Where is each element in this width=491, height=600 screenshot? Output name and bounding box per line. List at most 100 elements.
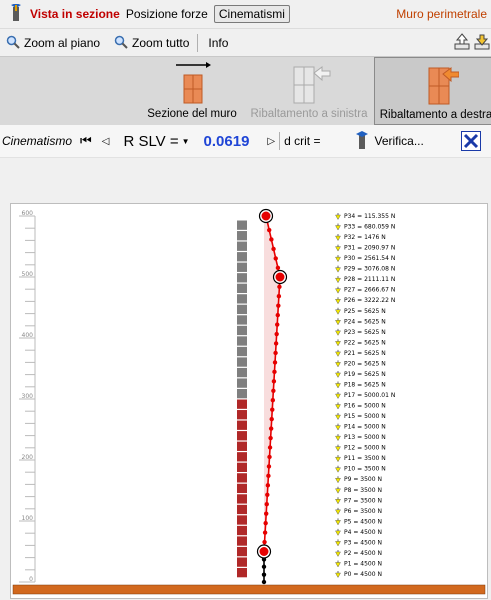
deformed-node xyxy=(271,388,276,393)
zoom-piano-button[interactable]: Zoom al piano xyxy=(2,35,104,52)
deformed-node xyxy=(267,445,273,450)
load-label: P8 = 3500 N xyxy=(335,486,382,494)
deformed-node xyxy=(276,303,281,308)
load-label: P14 = 5000 N xyxy=(335,423,386,431)
prev-button[interactable]: ◁ xyxy=(102,136,110,147)
svg-text:P18 = 5625 N: P18 = 5625 N xyxy=(344,381,386,388)
rslv-combo[interactable]: R SLV = ▼ xyxy=(123,133,189,150)
next-button[interactable]: ▷ xyxy=(267,136,275,147)
deformed-node xyxy=(273,350,278,356)
info-button[interactable]: Info xyxy=(204,36,232,50)
verifica-label: Verifica... xyxy=(374,134,424,148)
load-label: P3 = 4500 N xyxy=(335,539,382,546)
load-label: P33 = 680.059 N xyxy=(335,223,395,231)
tab-posizione-forze[interactable]: Posizione forze xyxy=(126,7,208,21)
ruler-tick-label: 300 xyxy=(22,393,34,400)
wall-block xyxy=(237,483,247,494)
export-icon[interactable] xyxy=(453,33,471,54)
wall-block xyxy=(237,378,247,388)
wall-block xyxy=(237,431,247,441)
wall-block xyxy=(237,262,247,272)
load-label: P31 = 2090.97 N xyxy=(335,245,395,252)
svg-text:P28 = 2111.11 N: P28 = 2111.11 N xyxy=(344,276,395,283)
svg-text:P0 = 4500 N: P0 = 4500 N xyxy=(344,571,382,578)
load-label: P27 = 2666.67 N xyxy=(335,287,395,294)
wall-block xyxy=(237,357,247,367)
load-label: P4 = 4500 N xyxy=(335,529,382,536)
chevron-down-icon: ▼ xyxy=(181,136,190,146)
svg-text:P9 = 3500 N: P9 = 3500 N xyxy=(344,476,382,483)
cinematismo-bar: Cinematismo ⏮ ◁ R SLV = ▼ 0.0619 ▷ d cri… xyxy=(0,125,491,158)
wall-block xyxy=(237,504,247,515)
magnifier-icon xyxy=(114,35,128,52)
load-label: P6 = 3500 N xyxy=(335,507,382,515)
tab-vista-in-sezione[interactable]: Vista in sezione xyxy=(30,7,120,21)
load-label: P23 = 5625 N xyxy=(335,328,386,336)
base-node xyxy=(261,572,267,577)
wall-block xyxy=(237,462,247,473)
wall-block xyxy=(237,220,247,230)
svg-text:P26 = 3222.22 N: P26 = 3222.22 N xyxy=(344,297,395,304)
section-check-icon xyxy=(354,130,370,153)
load-label: P30 = 2561.54 N xyxy=(335,255,395,262)
ribaltamento-destra-button[interactable]: Ribaltamento a destra xyxy=(374,57,491,125)
svg-text:P3 = 4500 N: P3 = 4500 N xyxy=(344,539,382,546)
load-label: P32 = 1476 N xyxy=(335,234,386,241)
load-label: P26 = 3222.22 N xyxy=(335,297,395,304)
overturn-right-icon xyxy=(413,62,460,109)
drawing-canvas[interactable]: 0 100 200 300 400 500 600 P34 = 115.355 N P33 = … xyxy=(10,203,488,599)
ribaltamento-sinistra-button[interactable]: Ribaltamento a sinistra xyxy=(246,57,372,123)
zoom-tutto-button[interactable]: Zoom tutto xyxy=(110,35,193,52)
wall-block xyxy=(237,452,247,462)
deformed-node xyxy=(269,416,274,422)
load-label: P34 = 115.355 N xyxy=(335,213,395,220)
load-label: P11 = 3500 N xyxy=(335,455,386,462)
deformed-node xyxy=(275,265,281,271)
svg-text:P21 = 5625 N: P21 = 5625 N xyxy=(344,350,386,357)
svg-text:P15 = 5000 N: P15 = 5000 N xyxy=(344,413,386,420)
svg-text:P27 = 2666.67 N: P27 = 2666.67 N xyxy=(344,287,395,294)
svg-text:P1 = 4500 N: P1 = 4500 N xyxy=(344,560,382,567)
import-icon[interactable] xyxy=(473,33,491,54)
load-label: P13 = 5000 N xyxy=(335,434,386,441)
wall-block xyxy=(237,283,247,294)
top-tab-bar: Vista in sezione Posizione forze Cinemat… xyxy=(0,0,491,28)
svg-text:P14 = 5000 N: P14 = 5000 N xyxy=(344,424,386,431)
wall-block xyxy=(237,515,247,525)
deformed-node xyxy=(271,379,277,384)
load-label: P21 = 5625 N xyxy=(335,349,386,357)
svg-text:P8 = 3500 N: P8 = 3500 N xyxy=(344,487,382,494)
svg-text:P24 = 5625 N: P24 = 5625 N xyxy=(344,318,386,325)
deformed-node xyxy=(265,492,270,497)
sezione-muro-button[interactable]: Sezione del muro xyxy=(144,57,240,123)
svg-text:P25 = 5625 N: P25 = 5625 N xyxy=(344,308,386,315)
tab-cinematismi[interactable]: Cinematismi xyxy=(213,5,290,23)
close-icon[interactable] xyxy=(461,131,481,154)
svg-text:P20 = 5625 N: P20 = 5625 N xyxy=(344,360,386,367)
verifica-button[interactable]: Verifica... xyxy=(354,130,424,153)
svg-text:P31 = 2090.97 N: P31 = 2090.97 N xyxy=(344,245,395,252)
deformed-node xyxy=(270,407,275,412)
wall-block xyxy=(237,420,247,430)
wall-section-icon xyxy=(172,61,212,108)
ribaltamento-destra-label: Ribaltamento a destra xyxy=(379,109,491,121)
svg-text:P23 = 5625 N: P23 = 5625 N xyxy=(344,329,386,336)
load-label: P2 = 4500 N xyxy=(335,549,382,557)
deformed-node xyxy=(270,398,276,403)
ruler-tick-label: 100 xyxy=(22,515,34,522)
wall-block xyxy=(237,388,247,399)
wall-block xyxy=(237,346,247,357)
svg-text:P13 = 5000 N: P13 = 5000 N xyxy=(344,434,386,441)
overturn-left-icon xyxy=(286,63,332,110)
magnifier-icon xyxy=(6,35,20,52)
deformed-node xyxy=(268,435,273,441)
deformed-node xyxy=(273,341,279,346)
load-label: P25 = 5625 N xyxy=(335,307,386,315)
deformed-node xyxy=(262,539,267,545)
wall-kinematic-plot: 0 100 200 300 400 500 600 P34 = 115.355 N P33 = … xyxy=(12,208,486,595)
wall-block xyxy=(237,399,247,409)
svg-text:P7 = 3500 N: P7 = 3500 N xyxy=(344,497,382,504)
wall-block xyxy=(237,546,247,557)
first-button[interactable]: ⏮ xyxy=(80,133,92,149)
svg-text:P29 = 3076.08 N: P29 = 3076.08 N xyxy=(344,266,395,273)
